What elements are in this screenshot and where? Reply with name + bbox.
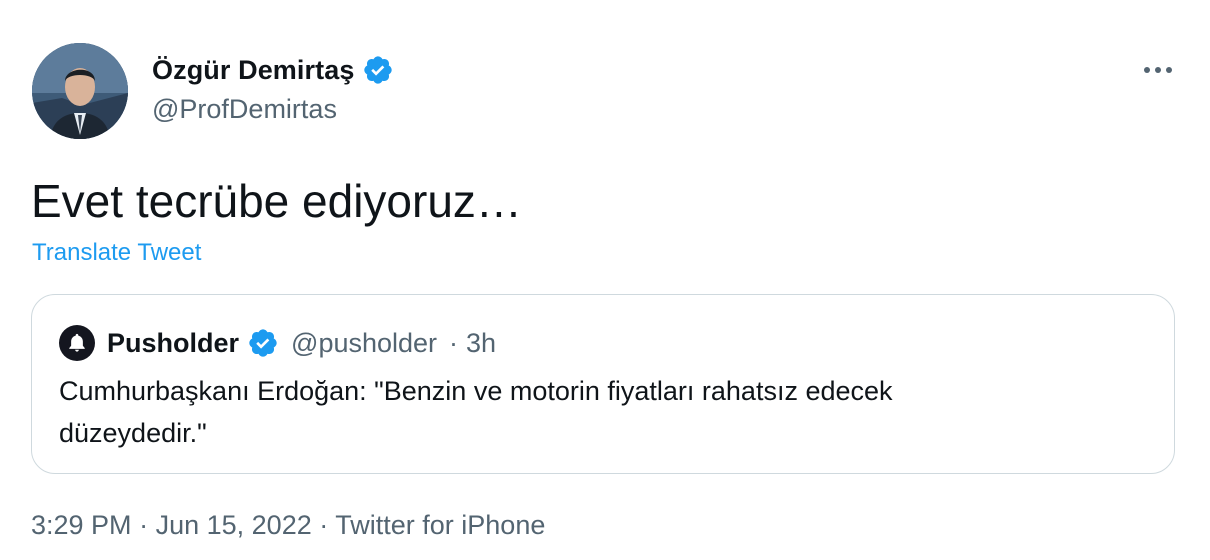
more-options-icon [1144,67,1172,73]
quoted-tweet-header: Pusholder @pusholder · 3h [59,323,496,363]
quoted-verified-badge-icon [247,327,279,359]
quoted-tweet-text: Cumhurbaşkanı Erdoğan: "Benzin ve motori… [59,370,1139,454]
tweet-footer: 3:29 PM · Jun 15, 2022 · Twitter for iPh… [31,510,545,541]
tweet-text: Evet tecrübe ediyoruz… [31,175,522,227]
profile-photo-icon [32,43,128,139]
tweet-source[interactable]: Twitter for iPhone [335,510,545,540]
quoted-tweet[interactable]: Pusholder @pusholder · 3h Cumhurbaşkanı … [31,294,1175,474]
verified-badge-icon [362,54,394,86]
tweet-time[interactable]: 3:29 PM [31,510,132,540]
quoted-avatar[interactable] [59,325,95,361]
author-avatar[interactable] [32,43,128,139]
tweet-card: Özgür Demirtaş @ProfDemirtas Evet tecrüb… [0,0,1210,560]
bell-icon [69,333,85,352]
translate-tweet-link[interactable]: Translate Tweet [32,239,201,267]
quoted-meta-separator: · [449,327,459,358]
quoted-author-name: Pusholder [107,327,240,358]
more-options-button[interactable] [1138,52,1178,88]
quoted-tweet-text-line1: Cumhurbaşkanı Erdoğan: "Benzin ve motori… [59,376,893,406]
author-name[interactable]: Özgür Demirtaş [152,55,354,86]
footer-separator-2: · [319,510,329,540]
quoted-author-handle: @pusholder [291,327,438,358]
quoted-tweet-age: 3h [466,327,497,358]
quoted-tweet-text-line2: düzeydedir." [59,418,207,448]
footer-separator-1: · [139,510,149,540]
tweet-date[interactable]: Jun 15, 2022 [156,510,312,540]
author-name-row: Özgür Demirtaş [152,50,394,90]
author-handle[interactable]: @ProfDemirtas [152,94,337,125]
